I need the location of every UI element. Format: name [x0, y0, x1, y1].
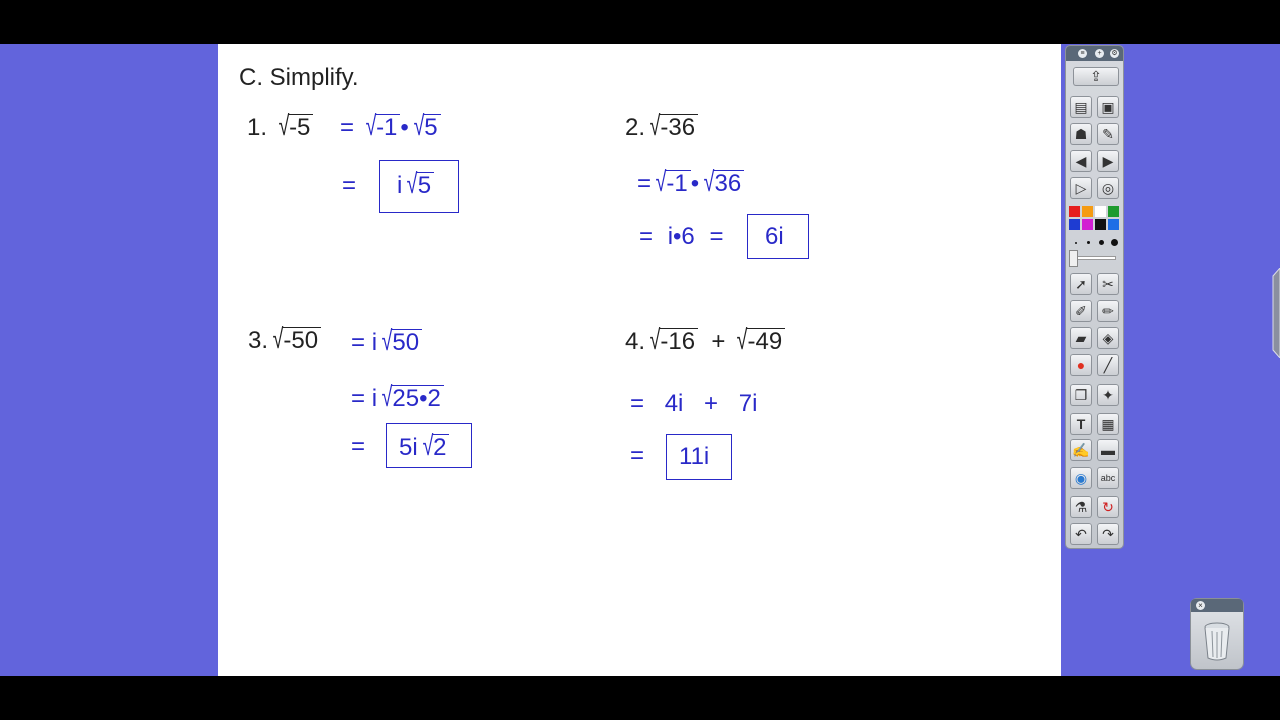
problem-1-answer: i √ 5 [397, 170, 435, 200]
tools-icon[interactable]: ✂ [1097, 273, 1119, 295]
problem-1-step-2-eq: = [342, 172, 357, 199]
recognize-icon[interactable]: ✍ [1070, 439, 1092, 461]
problem-3-answer: 5i √ 2 [399, 432, 450, 462]
problem-4-answer: 11i [679, 443, 710, 470]
problem-4: 4. √ -16 + √ -49 [625, 326, 786, 356]
toolbar-add-icon[interactable]: + [1095, 49, 1104, 58]
opacity-slider[interactable] [1072, 256, 1116, 260]
color-black[interactable] [1095, 219, 1106, 230]
problem-1: 1. √ -5 [247, 112, 314, 142]
text-icon[interactable]: T [1070, 413, 1092, 435]
shape-icon[interactable]: ● [1070, 354, 1092, 376]
properties-icon[interactable]: ✎ [1097, 123, 1119, 145]
problem-3-step-2: = i √ 25•2 [351, 383, 444, 413]
globe-icon[interactable]: ◉ [1070, 467, 1092, 489]
fill-icon[interactable]: ◈ [1097, 327, 1119, 349]
trash-titlebar: × [1191, 599, 1243, 612]
color-light-blue[interactable] [1108, 219, 1119, 230]
refresh-icon[interactable]: ↻ [1097, 496, 1119, 518]
pen-size-1[interactable] [1075, 242, 1077, 244]
video-icon[interactable]: ▬ [1097, 439, 1119, 461]
stack-icon[interactable]: ❐ [1070, 384, 1092, 406]
share-icon[interactable]: ⇪ [1073, 67, 1119, 86]
top-letterbox [0, 0, 1280, 44]
pen-size-2[interactable] [1087, 241, 1090, 244]
problem-2: 2. √ -36 [625, 112, 699, 142]
toolbar-menu-icon[interactable]: ≡ [1078, 49, 1087, 58]
prev-page-icon[interactable]: ◀ [1070, 150, 1092, 172]
problem-1-step-1: = √ -1 • √ 5 [340, 112, 441, 142]
attachments-icon[interactable]: ☗ [1070, 123, 1092, 145]
problem-3-step-1: = i √ 50 [351, 327, 423, 357]
color-white[interactable] [1095, 206, 1106, 217]
toolbar-settings-icon[interactable]: ⚙ [1110, 49, 1119, 58]
opacity-slider-handle[interactable] [1070, 251, 1077, 266]
select-icon[interactable]: ➚ [1070, 273, 1092, 295]
page-heading: C. Simplify. [239, 64, 359, 91]
page-sorter-icon[interactable]: ▤ [1070, 96, 1092, 118]
desktop-left [0, 44, 218, 676]
table-icon[interactable]: ▦ [1097, 413, 1119, 435]
eraser-icon[interactable]: ▰ [1070, 327, 1092, 349]
problem-3-step-3-eq: = [351, 433, 366, 460]
gallery-icon[interactable]: ▣ [1097, 96, 1119, 118]
pen-size-4[interactable] [1111, 239, 1118, 246]
bottom-letterbox [0, 676, 1280, 720]
problem-4-step-1: = 4i + 7i [630, 390, 758, 417]
problem-2-answer: 6i [765, 223, 784, 250]
next-page-icon[interactable]: ▶ [1097, 150, 1119, 172]
toolbar-titlebar[interactable]: ≡ + ⚙ [1066, 46, 1123, 61]
redo-icon[interactable]: ↷ [1097, 523, 1119, 545]
pen-size-3[interactable] [1099, 240, 1104, 245]
color-orange[interactable] [1082, 206, 1093, 217]
pen-icon[interactable]: ✐ [1070, 300, 1092, 322]
flask-icon[interactable]: ⚗ [1070, 496, 1092, 518]
line-icon[interactable]: ╱ [1097, 354, 1119, 376]
edge-tab[interactable] [1271, 268, 1280, 358]
play-icon[interactable]: ▷ [1070, 177, 1092, 199]
highlighter-icon[interactable]: ✏ [1097, 300, 1119, 322]
close-icon[interactable]: × [1196, 601, 1205, 610]
color-green[interactable] [1108, 206, 1119, 217]
undo-icon[interactable]: ↶ [1070, 523, 1092, 545]
trash-icon[interactable] [1203, 622, 1231, 662]
problem-4-step-2-eq: = [630, 442, 645, 469]
problem-3: 3. √ -50 [248, 325, 322, 355]
problem-2-step-1: = √ -1 • √ 36 [637, 168, 745, 198]
color-red[interactable] [1069, 206, 1080, 217]
problem-2-step-2: = i•6 = [639, 223, 724, 250]
spell-icon[interactable]: abc [1097, 467, 1119, 489]
magic-icon[interactable]: ✦ [1097, 384, 1119, 406]
color-blue[interactable] [1069, 219, 1080, 230]
color-magenta[interactable] [1082, 219, 1093, 230]
web-icon[interactable]: ◎ [1097, 177, 1119, 199]
